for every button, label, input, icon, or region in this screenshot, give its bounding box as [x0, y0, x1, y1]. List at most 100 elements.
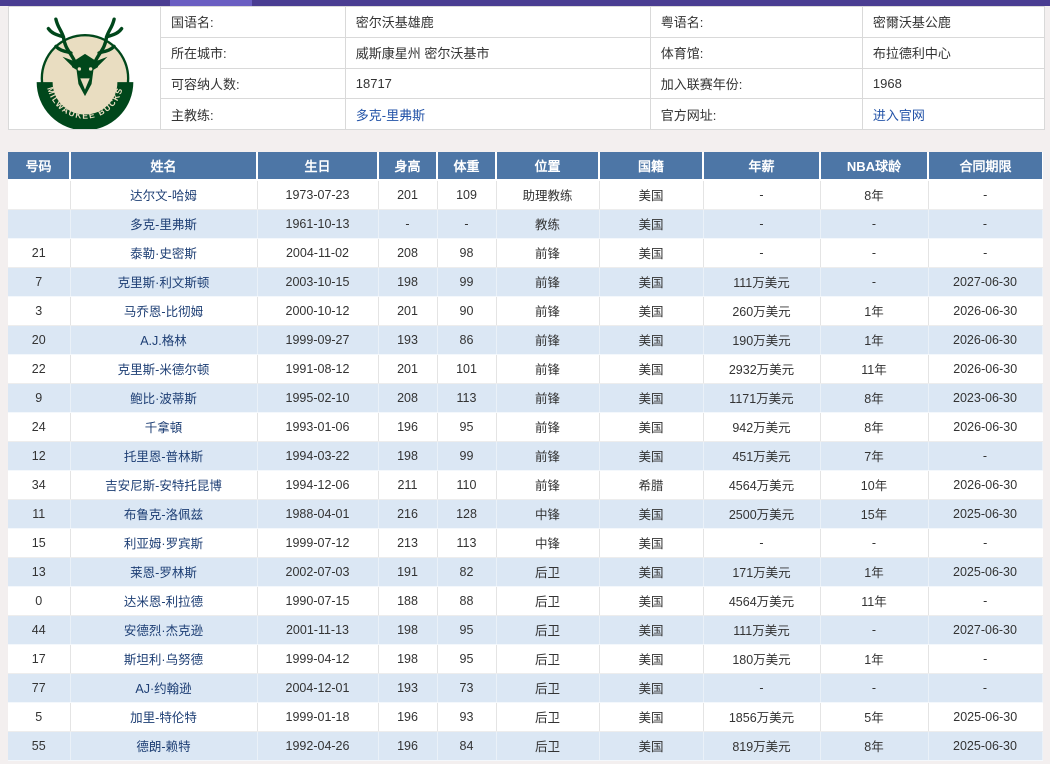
- roster-cell: 2026-06-30: [928, 470, 1042, 499]
- player-name-link[interactable]: 达米恩-利拉德: [124, 595, 203, 609]
- roster-body: 达尔文-哈姆1973-07-23201109助理教练美国-8年-多克-里弗斯19…: [8, 180, 1042, 760]
- player-name-cell[interactable]: 德朗-赖特: [70, 731, 257, 760]
- roster-table: 号码姓名生日身高体重位置国籍年薪NBA球龄合同期限 达尔文-哈姆1973-07-…: [8, 152, 1043, 761]
- roster-cell: 8年: [820, 412, 928, 441]
- roster-cell: 后卫: [496, 702, 599, 731]
- roster-cell: 2023-06-30: [928, 383, 1042, 412]
- team-info-table: 国语名:密尔沃基雄鹿粤语名:密爾沃基公鹿所在城市:威斯康星州 密尔沃基市体育馆:…: [160, 6, 1045, 130]
- roster-cell: -: [928, 586, 1042, 615]
- roster-cell: 1年: [820, 557, 928, 586]
- player-name-link[interactable]: 莱恩-罗林斯: [130, 566, 197, 580]
- info-value: 18717: [345, 68, 650, 99]
- roster-cell: 2003-10-15: [257, 267, 378, 296]
- roster-cell: 111万美元: [703, 267, 820, 296]
- roster-cell: 2500万美元: [703, 499, 820, 528]
- info-label: 粤语名:: [650, 7, 862, 38]
- roster-cell: 美国: [599, 528, 703, 557]
- player-name-link[interactable]: 布鲁克-洛佩兹: [124, 508, 203, 522]
- player-name-cell[interactable]: 达米恩-利拉德: [70, 586, 257, 615]
- roster-cell: 美国: [599, 325, 703, 354]
- player-name-cell[interactable]: 安德烈·杰克逊: [70, 615, 257, 644]
- roster-cell: 美国: [599, 296, 703, 325]
- player-name-link[interactable]: 千拿頓: [145, 421, 183, 435]
- info-value-link[interactable]: 进入官网: [862, 99, 1044, 130]
- roster-cell: 希腊: [599, 470, 703, 499]
- player-name-cell[interactable]: 利亚姆·罗宾斯: [70, 528, 257, 557]
- player-name-link[interactable]: 托里恩-普林斯: [124, 450, 203, 464]
- roster-row: 多克-里弗斯1961-10-13--教练美国---: [8, 209, 1042, 238]
- roster-cell: -: [928, 238, 1042, 267]
- player-name-cell[interactable]: 布鲁克-洛佩兹: [70, 499, 257, 528]
- roster-column-header: NBA球龄: [820, 152, 928, 180]
- player-name-link[interactable]: 德朗-赖特: [136, 740, 190, 754]
- player-name-cell[interactable]: 千拿頓: [70, 412, 257, 441]
- player-name-cell[interactable]: 加里-特伦特: [70, 702, 257, 731]
- player-name-link[interactable]: 多克-里弗斯: [130, 218, 197, 232]
- roster-cell: 22: [8, 354, 70, 383]
- info-value-link-text[interactable]: 多克-里弗斯: [356, 108, 425, 123]
- roster-cell: 211: [378, 470, 437, 499]
- roster-header-row: 号码姓名生日身高体重位置国籍年薪NBA球龄合同期限: [8, 152, 1042, 180]
- info-value: 布拉德利中心: [862, 37, 1044, 68]
- info-value-link-text[interactable]: 进入官网: [873, 108, 925, 123]
- roster-cell: 208: [378, 238, 437, 267]
- player-name-link[interactable]: 达尔文-哈姆: [130, 189, 197, 203]
- player-name-cell[interactable]: 克里斯-米德尔顿: [70, 354, 257, 383]
- roster-cell: 44: [8, 615, 70, 644]
- roster-cell: 73: [437, 673, 496, 702]
- roster-cell: 190万美元: [703, 325, 820, 354]
- player-name-link[interactable]: 吉安尼斯-安特托昆博: [105, 479, 222, 493]
- roster-cell: 95: [437, 644, 496, 673]
- player-name-link[interactable]: 利亚姆·罗宾斯: [124, 537, 203, 551]
- roster-cell: 10年: [820, 470, 928, 499]
- player-name-cell[interactable]: 达尔文-哈姆: [70, 180, 257, 209]
- player-name-link[interactable]: 安德烈·杰克逊: [124, 624, 203, 638]
- roster-cell: 198: [378, 644, 437, 673]
- player-name-link[interactable]: 克里斯·利文斯顿: [118, 276, 210, 290]
- roster-cell: 2026-06-30: [928, 412, 1042, 441]
- player-name-cell[interactable]: 马乔恩-比彻姆: [70, 296, 257, 325]
- roster-cell: -: [820, 673, 928, 702]
- player-name-cell[interactable]: A.J.格林: [70, 325, 257, 354]
- roster-cell: 8年: [820, 180, 928, 209]
- roster-cell: 171万美元: [703, 557, 820, 586]
- info-value-link[interactable]: 多克-里弗斯: [345, 99, 650, 130]
- roster-column-header: 合同期限: [928, 152, 1042, 180]
- roster-column-header: 位置: [496, 152, 599, 180]
- player-name-link[interactable]: 鲍比·波蒂斯: [130, 392, 197, 406]
- roster-cell: 2025-06-30: [928, 702, 1042, 731]
- player-name-cell[interactable]: 鲍比·波蒂斯: [70, 383, 257, 412]
- player-name-cell[interactable]: 托里恩-普林斯: [70, 441, 257, 470]
- roster-cell: -: [820, 238, 928, 267]
- player-name-link[interactable]: 斯坦利·乌努德: [124, 653, 203, 667]
- roster-cell: 196: [378, 412, 437, 441]
- player-name-cell[interactable]: 多克-里弗斯: [70, 209, 257, 238]
- player-name-link[interactable]: 加里-特伦特: [130, 711, 197, 725]
- player-name-link[interactable]: 泰勒·史密斯: [130, 247, 197, 261]
- player-name-cell[interactable]: AJ·约翰逊: [70, 673, 257, 702]
- roster-cell: 13: [8, 557, 70, 586]
- player-name-cell[interactable]: 克里斯·利文斯顿: [70, 267, 257, 296]
- player-name-link[interactable]: AJ·约翰逊: [135, 682, 191, 696]
- roster-cell: -: [820, 267, 928, 296]
- player-name-cell[interactable]: 斯坦利·乌努德: [70, 644, 257, 673]
- roster-column-header: 体重: [437, 152, 496, 180]
- roster-cell: 美国: [599, 238, 703, 267]
- roster-cell: 196: [378, 731, 437, 760]
- roster-cell: 82: [437, 557, 496, 586]
- roster-cell: -: [703, 528, 820, 557]
- roster-cell: 193: [378, 673, 437, 702]
- roster-row: 44安德烈·杰克逊2001-11-1319895后卫美国111万美元-2027-…: [8, 615, 1042, 644]
- roster-cell: 201: [378, 354, 437, 383]
- roster-cell: 1993-01-06: [257, 412, 378, 441]
- player-name-cell[interactable]: 莱恩-罗林斯: [70, 557, 257, 586]
- roster-cell: 1991-08-12: [257, 354, 378, 383]
- player-name-link[interactable]: 马乔恩-比彻姆: [124, 305, 203, 319]
- roster-cell: 1999-07-12: [257, 528, 378, 557]
- player-name-cell[interactable]: 泰勒·史密斯: [70, 238, 257, 267]
- player-name-link[interactable]: A.J.格林: [140, 334, 187, 348]
- player-name-cell[interactable]: 吉安尼斯-安特托昆博: [70, 470, 257, 499]
- player-name-link[interactable]: 克里斯-米德尔顿: [118, 363, 210, 377]
- roster-cell: 美国: [599, 615, 703, 644]
- info-value: 1968: [862, 68, 1044, 99]
